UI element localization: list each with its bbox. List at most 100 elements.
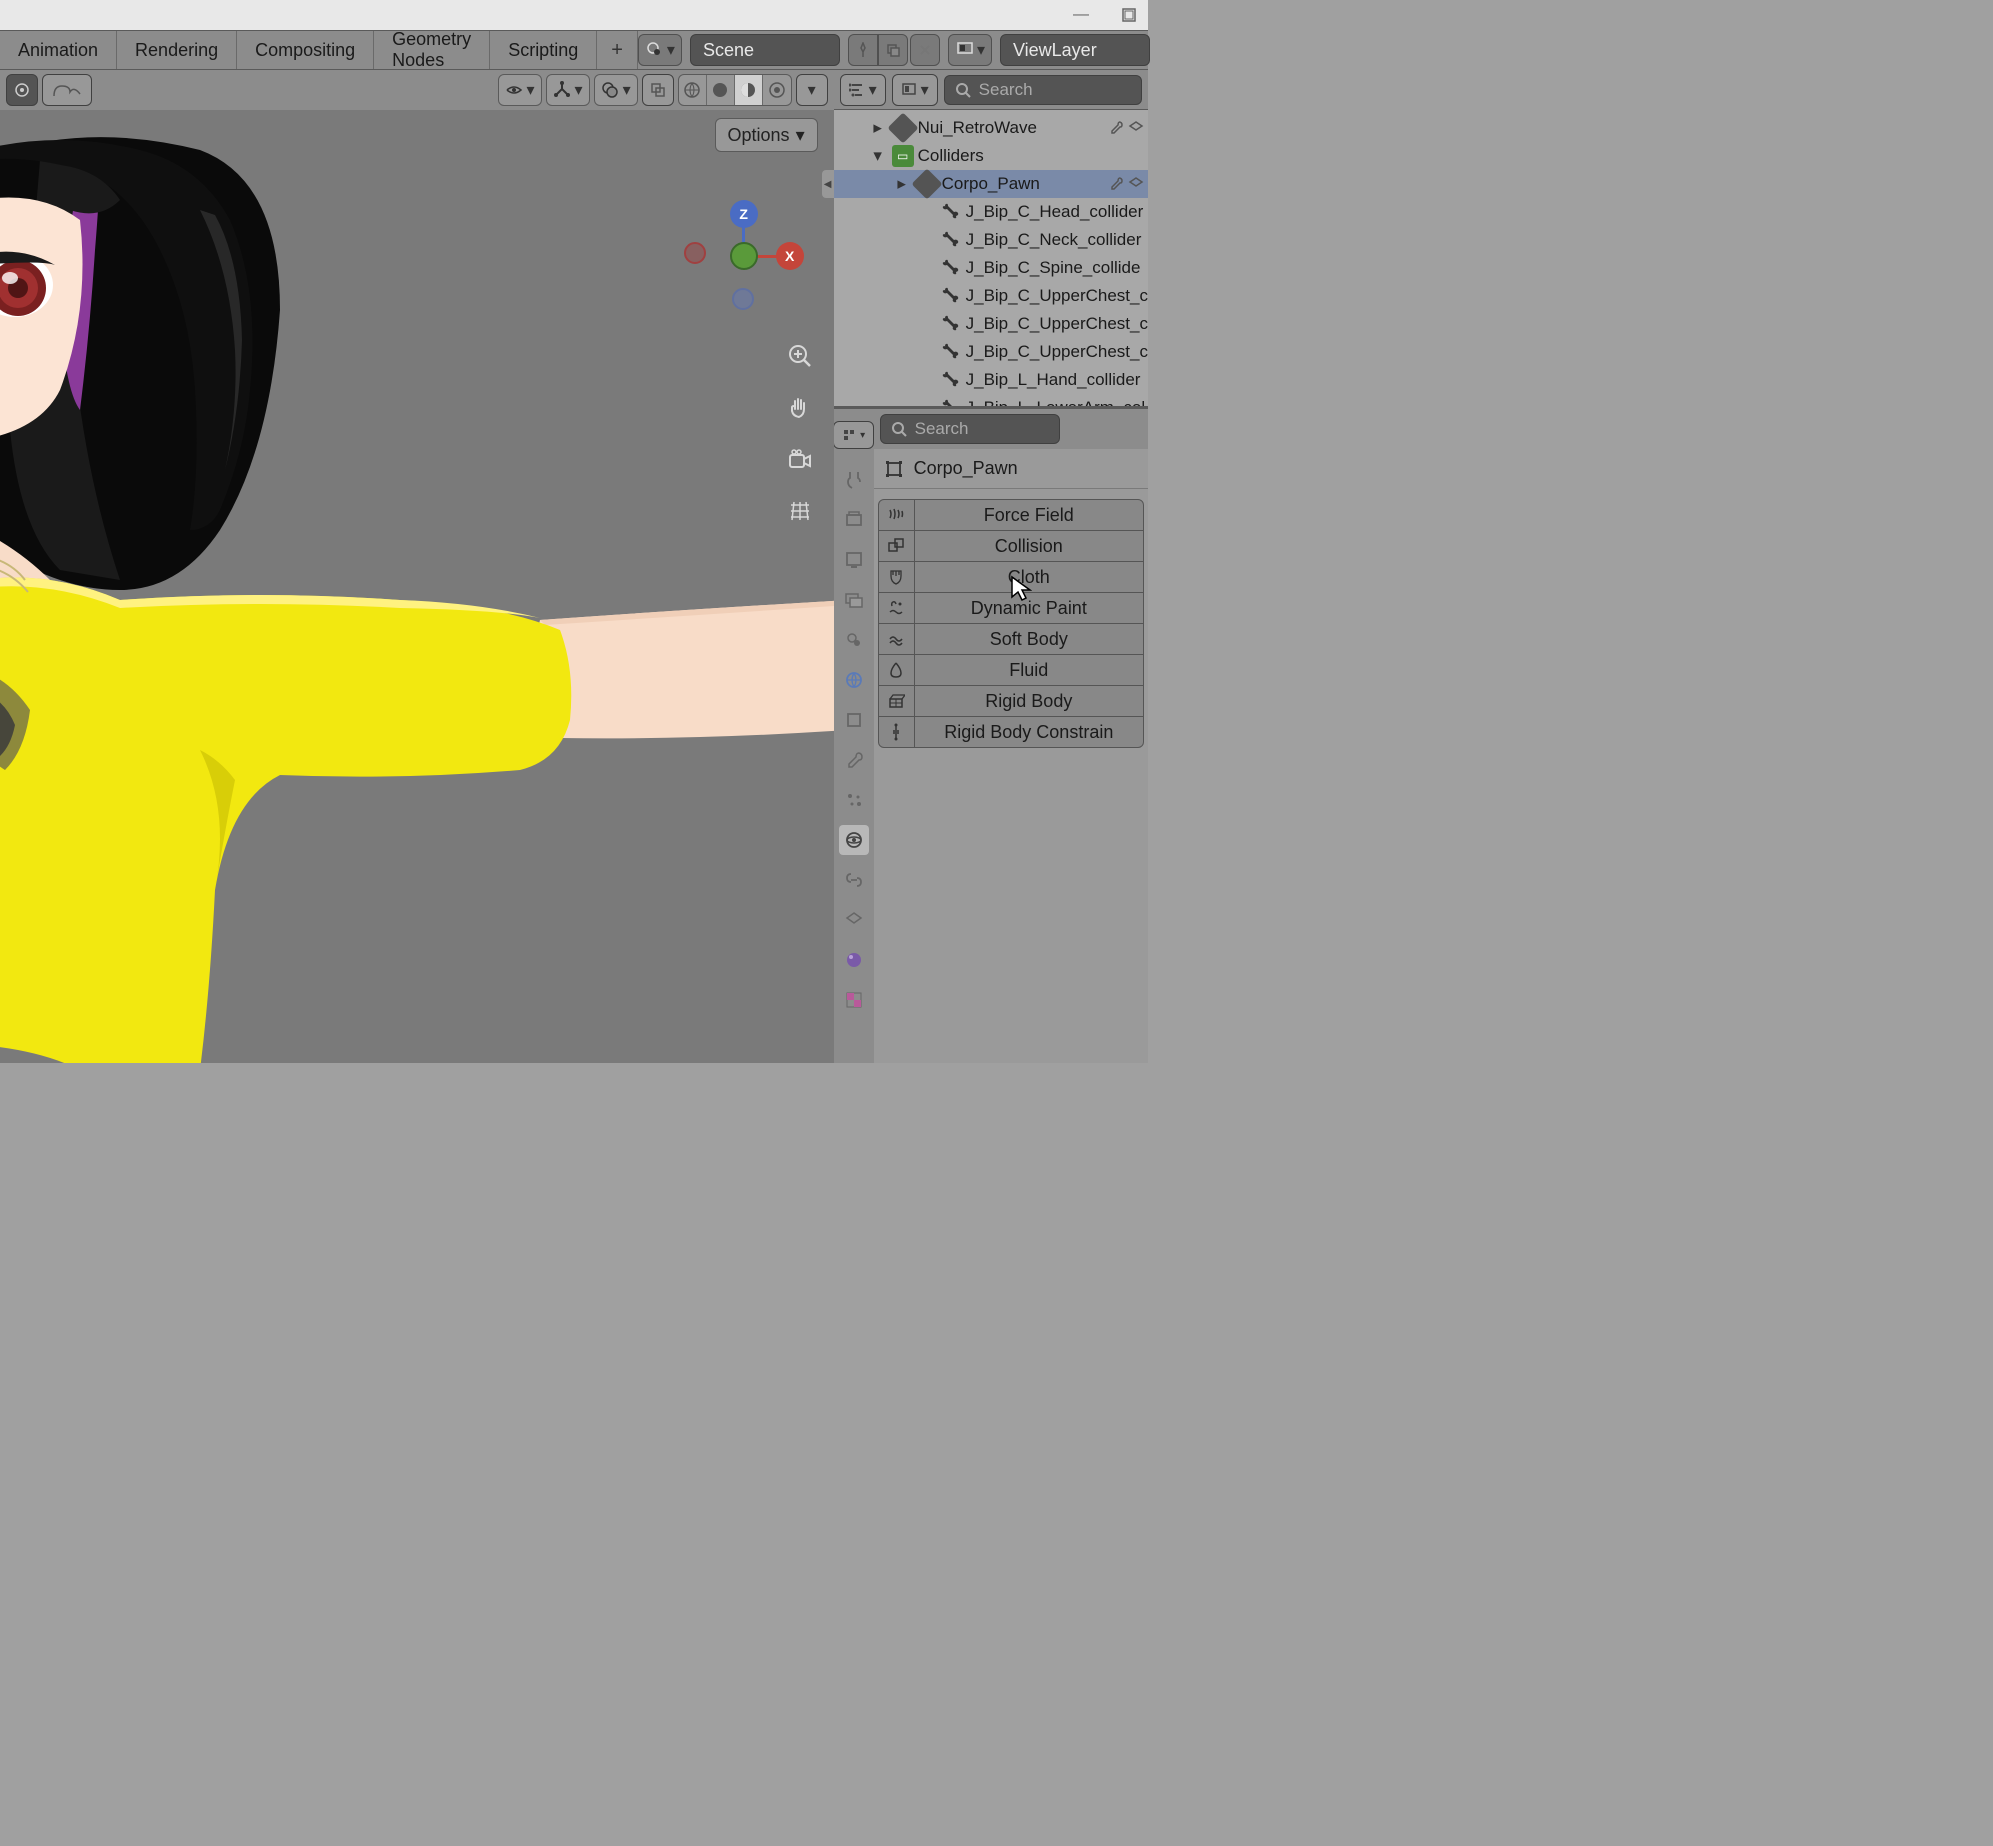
viewport-options-button[interactable]: Options ▾ (715, 118, 818, 152)
physics-fluid-button[interactable]: Fluid (878, 654, 1144, 686)
camera-icon[interactable] (784, 444, 816, 476)
physics-buttons: Force Field Collision ClothDynamic PaintSo… (874, 489, 1148, 757)
prop-tab-tool[interactable] (839, 465, 869, 495)
maximize-button[interactable] (1120, 6, 1138, 24)
prop-tab-texture[interactable] (839, 985, 869, 1015)
add-tab-button[interactable]: + (597, 31, 638, 69)
shading-rendered[interactable] (763, 75, 791, 105)
prop-tab-render[interactable] (839, 505, 869, 535)
wrench-icon[interactable] (1108, 176, 1124, 192)
viewport-snap-toggle[interactable] (42, 74, 92, 106)
chevron-down-icon[interactable]: ▾ (868, 146, 888, 166)
tree-row-j-bip-l-hand-collider[interactable]: J_Bip_L_Hand_collider (834, 366, 1148, 394)
physics-force-field-button[interactable]: Force Field (878, 499, 1144, 531)
viewport-mode-dropdown[interactable] (6, 74, 38, 106)
viewport-gizmo-dropdown[interactable]: ▾ (546, 74, 590, 106)
prop-tab-viewlayer[interactable] (839, 585, 869, 615)
physics-icon (879, 593, 915, 623)
outliner-display-dropdown[interactable]: ▾ (892, 74, 938, 106)
scene-delete-button[interactable] (910, 34, 940, 66)
tab-rendering[interactable]: Rendering (117, 31, 237, 69)
tree-row-j-bip-c-upperchest-c[interactable]: J_Bip_C_UpperChest_c (834, 282, 1148, 310)
outliner-tree[interactable]: ▸Nui_RetroWave▾▭Colliders▸Corpo_PawnJ_Bi… (834, 110, 1148, 406)
shading-settings-dropdown[interactable]: ▾ (796, 74, 828, 106)
viewlayer-type-dropdown[interactable]: ▾ (948, 34, 992, 66)
tree-row-j-bip-c-upperchest-c[interactable]: J_Bip_C_UpperChest_c (834, 338, 1148, 366)
zoom-icon[interactable] (784, 340, 816, 372)
axis-z[interactable]: Z (730, 200, 758, 228)
tree-row-corpo-pawn[interactable]: ▸Corpo_Pawn (834, 170, 1148, 198)
properties-content: Search Corpo_Pawn Force Field Collision Cl… (874, 409, 1148, 1063)
scene-pin-button[interactable] (848, 34, 878, 66)
prop-tab-scene[interactable] (839, 625, 869, 655)
minimize-button[interactable]: — (1072, 6, 1090, 24)
physics-icon (879, 717, 915, 747)
tree-label: J_Bip_L_Hand_collider (966, 370, 1141, 390)
wrench-icon[interactable] (1108, 120, 1124, 136)
prop-tab-output[interactable] (839, 545, 869, 575)
physics-collision-button[interactable]: Collision (878, 530, 1144, 562)
prop-tab-physics[interactable] (839, 825, 869, 855)
sidebar-toggle[interactable]: ◀ (822, 170, 834, 198)
chevron-right-icon[interactable]: ▸ (892, 174, 912, 194)
prop-tab-particles[interactable] (839, 785, 869, 815)
viewlayer-name[interactable]: ViewLayer (1000, 34, 1150, 66)
viewport-nav-buttons (784, 340, 816, 528)
physics-soft-body-button[interactable]: Soft Body (878, 623, 1144, 655)
tab-compositing[interactable]: Compositing (237, 31, 374, 69)
tree-row-j-bip-c-spine-collide[interactable]: J_Bip_C_Spine_collide (834, 254, 1148, 282)
tree-row-j-bip-c-upperchest-c[interactable]: J_Bip_C_UpperChest_c (834, 310, 1148, 338)
prop-tab-object[interactable] (839, 705, 869, 735)
axis-x[interactable]: X (776, 242, 804, 270)
physics-icon (879, 686, 915, 716)
tree-row-j-bip-c-head-collider[interactable]: J_Bip_C_Head_collider (834, 198, 1148, 226)
scene-copy-button[interactable] (878, 34, 908, 66)
prop-tab-constraints[interactable] (839, 865, 869, 895)
axis-y[interactable] (730, 242, 758, 270)
physics-rigid-body-constrain-button[interactable]: Rigid Body Constrain (878, 716, 1144, 748)
tree-row-colliders[interactable]: ▾▭Colliders (834, 142, 1148, 170)
perspective-icon[interactable] (784, 496, 816, 528)
chevron-right-icon[interactable]: ▸ (868, 118, 888, 138)
outliner-search[interactable]: Search (944, 75, 1142, 105)
tree-row-j-bip-c-neck-collider[interactable]: J_Bip_C_Neck_collider (834, 226, 1148, 254)
tree-label: J_Bip_C_UpperChest_c (966, 342, 1148, 362)
axis-gizmo[interactable]: Z X (684, 200, 804, 320)
tree-label: J_Bip_C_Spine_collide (966, 258, 1141, 278)
tab-animation[interactable]: Animation (0, 31, 117, 69)
viewport-overlay-dropdown[interactable]: ▾ (594, 74, 638, 106)
tree-row-nui-retrowave[interactable]: ▸ Nui_RetroWave (834, 114, 1148, 142)
shading-wireframe[interactable] (679, 75, 707, 105)
physics-rigid-body-button[interactable]: Rigid Body (878, 685, 1144, 717)
physics-label: Collision (915, 536, 1143, 557)
shading-solid[interactable] (707, 75, 735, 105)
tab-scripting[interactable]: Scripting (490, 31, 597, 69)
physics-label: Fluid (915, 660, 1143, 681)
mesh-icon (892, 117, 914, 139)
physics-cloth-button[interactable]: Cloth (878, 561, 1144, 593)
viewport-visibility-dropdown[interactable]: ▾ (498, 74, 542, 106)
pan-icon[interactable] (784, 392, 816, 424)
tab-geometry-nodes[interactable]: Geometry Nodes (374, 31, 490, 69)
prop-tab-data[interactable] (839, 905, 869, 935)
physics-dynamic-paint-button[interactable]: Dynamic Paint (878, 592, 1144, 624)
axis-neg-z[interactable] (732, 288, 754, 310)
titlebar: — (0, 0, 1148, 30)
prop-tab-modifiers[interactable] (839, 745, 869, 775)
shading-material[interactable] (735, 75, 763, 105)
scene-type-dropdown[interactable]: ▾ (638, 34, 682, 66)
properties-breadcrumb[interactable]: Corpo_Pawn (874, 449, 1148, 489)
axis-neg-x[interactable] (684, 242, 706, 264)
data-icon[interactable] (1128, 176, 1144, 192)
viewport-3d[interactable]: ▾ ▾ ▾ ▾ (0, 70, 834, 1063)
outliner-type-dropdown[interactable]: ▾ (840, 74, 886, 106)
tree-label: Nui_RetroWave (918, 118, 1037, 138)
properties-search[interactable]: Search (880, 414, 1060, 444)
prop-tab-world[interactable] (839, 665, 869, 695)
properties-editor-type[interactable]: ▾ (833, 421, 874, 449)
scene-name[interactable]: Scene (690, 34, 840, 66)
prop-tab-material[interactable] (839, 945, 869, 975)
tree-row-j-bip-l-lowerarm-col[interactable]: J_Bip_L_LowerArm_col (834, 394, 1148, 406)
data-icon[interactable] (1128, 120, 1144, 136)
viewport-xray-toggle[interactable] (642, 74, 674, 106)
